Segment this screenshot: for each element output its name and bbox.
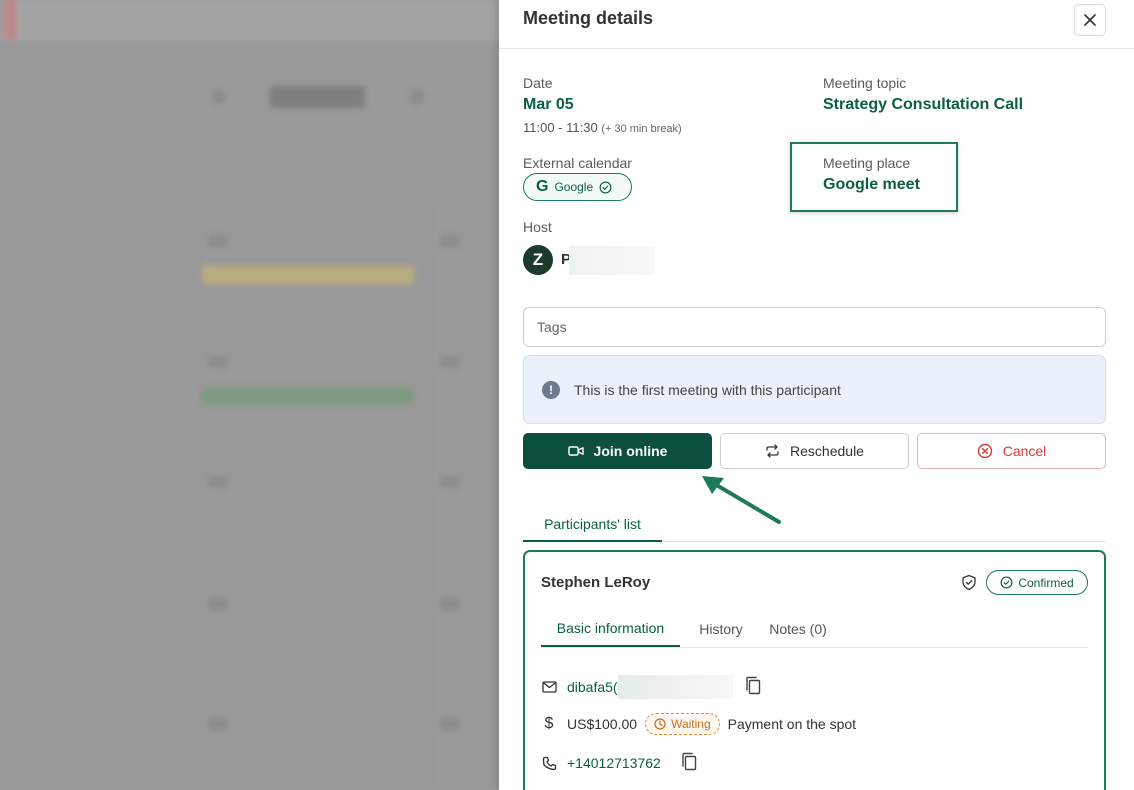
participant-name: Stephen LeRoy (541, 574, 651, 591)
confirmed-status-text: Confirmed (1018, 575, 1074, 590)
copy-email-icon[interactable] (745, 676, 761, 698)
phone-row: +14012713762 (541, 752, 697, 774)
background-day-number (208, 235, 228, 247)
background-calendar (0, 0, 499, 790)
background-grid-line (200, 200, 201, 790)
background-day-number (440, 476, 460, 488)
google-calendar-text: Google (554, 180, 594, 194)
background-day-number (440, 598, 460, 610)
close-icon (1084, 14, 1096, 26)
background-prev-arrow (212, 90, 226, 104)
video-camera-icon (567, 446, 584, 456)
meeting-place-label: Meeting place (823, 155, 911, 171)
tab-participants-list[interactable]: Participants' list (523, 507, 662, 542)
background-grid-line (430, 200, 431, 790)
panel-title: Meeting details (523, 8, 654, 28)
cancel-button[interactable]: Cancel (917, 433, 1106, 469)
join-online-button[interactable]: Join online (523, 433, 712, 469)
payment-status-text: Waiting (671, 717, 711, 731)
background-red-mark (4, 0, 16, 40)
google-icon: G (536, 178, 549, 195)
check-circle-icon (599, 181, 612, 193)
tab-basic-information[interactable]: Basic information (541, 610, 680, 647)
date-value: Mar 05 (523, 96, 574, 113)
shield-check-icon (962, 574, 976, 591)
reschedule-label: Reschedule (790, 443, 864, 459)
email-row: dibafa5( (541, 675, 761, 699)
annotation-arrow-icon (702, 476, 781, 524)
background-day-number (208, 476, 228, 488)
cancel-label: Cancel (1002, 443, 1047, 459)
payment-row: $ US$100.00 Waiting Payment on the spot (541, 713, 856, 735)
date-label: Date (523, 75, 553, 91)
first-meeting-notice: ! This is the first meeting with this pa… (523, 355, 1106, 424)
background-day-number (208, 598, 228, 610)
email-redaction (617, 675, 733, 699)
cancel-circle-icon (977, 443, 992, 459)
host-name-redaction (569, 246, 655, 275)
tab-history[interactable]: History (691, 610, 751, 647)
participant-phone[interactable]: +14012713762 (567, 755, 661, 771)
first-meeting-message: This is the first meeting with this part… (574, 381, 841, 398)
background-month-title (270, 86, 365, 108)
background-event (202, 387, 414, 405)
dollar-icon: $ (544, 715, 554, 732)
background-next-arrow (410, 90, 424, 104)
panel-header: Meeting details (499, 0, 1134, 49)
payment-note: Payment on the spot (727, 716, 857, 732)
clock-icon (654, 718, 666, 730)
background-day-number (208, 356, 228, 368)
phone-icon (541, 755, 557, 771)
close-button[interactable] (1074, 4, 1106, 36)
info-icon: ! (542, 380, 560, 399)
payment-status-badge: Waiting (645, 713, 720, 735)
background-day-number (440, 718, 460, 730)
repeat-icon (766, 444, 779, 458)
inner-tabs-divider (541, 647, 1088, 648)
background-day-number (440, 356, 460, 368)
topic-label: Meeting topic (823, 75, 907, 91)
background-day-number (440, 235, 460, 247)
google-calendar-badge[interactable]: G Google (523, 173, 632, 201)
time-value: 11:00 - 11:30 (523, 120, 598, 135)
time-range: 11:00 - 11:30 (+ 30 min break) (523, 120, 682, 135)
meeting-details-panel: Meeting details Date Mar 05 11:00 - 11:3… (499, 0, 1134, 790)
check-circle-icon (1000, 576, 1013, 589)
reschedule-button[interactable]: Reschedule (720, 433, 909, 469)
participant-price: US$100.00 (567, 716, 638, 732)
background-top-bar (0, 0, 499, 44)
background-event (202, 266, 414, 284)
host-avatar: Z (523, 245, 553, 275)
break-note: (+ 30 min break) (601, 123, 682, 135)
background-blur (0, 0, 499, 790)
mail-icon (541, 679, 557, 695)
participant-email[interactable]: dibafa5( (567, 679, 618, 695)
tags-input[interactable] (523, 307, 1106, 347)
meeting-place-value: Google meet (823, 176, 920, 193)
tab-notes[interactable]: Notes (0) (761, 610, 835, 647)
copy-phone-icon[interactable] (681, 752, 697, 774)
topic-value: Strategy Consultation Call (823, 96, 1024, 113)
confirmed-status-badge: Confirmed (986, 570, 1088, 595)
participant-card: Stephen LeRoy Confirmed Basic informatio… (523, 550, 1106, 790)
join-online-label: Join online (593, 443, 668, 459)
host-label: Host (523, 219, 552, 235)
background-day-number (208, 718, 228, 730)
external-calendar-label: External calendar (523, 155, 632, 171)
